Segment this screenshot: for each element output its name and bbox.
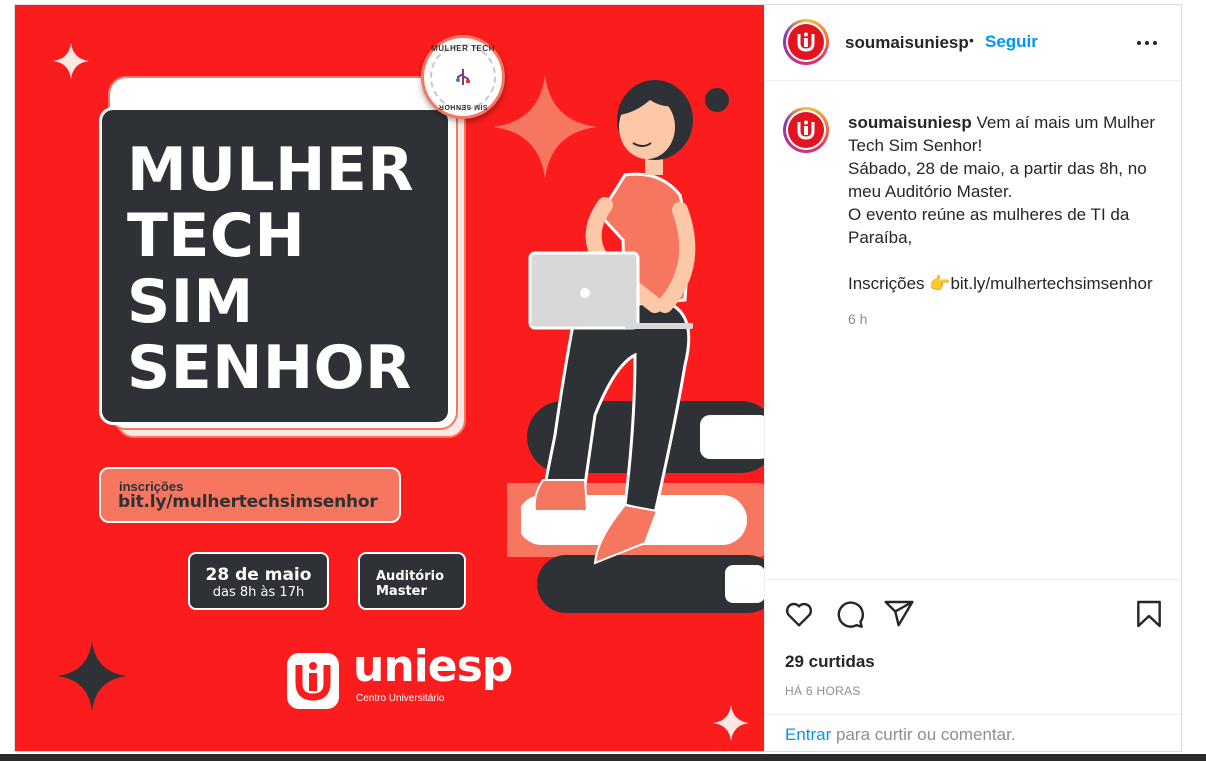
share-icon[interactable] [883, 598, 915, 630]
hours-text: das 8h às 17h [212, 585, 305, 600]
caption-text: Inscrições [848, 274, 925, 293]
more-dot [1153, 41, 1157, 45]
sparkle-icon [57, 641, 127, 711]
post-caption: soumaisuniesp Vem aí mais um Mulher Tech… [848, 111, 1178, 295]
logo-name: uniesp [353, 641, 513, 692]
date-text: 28 de maio [205, 565, 312, 585]
event-headline: MULHER TECH SIM SENHOR [127, 137, 447, 401]
caption-text [848, 249, 1178, 272]
venue-text: Master [376, 584, 427, 599]
caption-timestamp: 6 h [848, 311, 868, 327]
more-dot [1137, 41, 1141, 45]
bookmark-icon[interactable] [1133, 598, 1165, 630]
login-prompt-text: para curtir ou comentar. [836, 725, 1016, 744]
taskbar-strip [0, 754, 1206, 761]
comment-icon[interactable] [833, 598, 865, 630]
post-age: HÁ 6 HORAS [785, 684, 861, 698]
woman-with-laptop-illustration [507, 80, 764, 613]
caption-username[interactable]: soumaisuniesp [848, 113, 972, 132]
usb-icon [456, 69, 470, 85]
headline-line: SENHOR [127, 333, 412, 403]
instagram-post: MULHER TECH SIM SENHOR MULHER TECH SIM S… [14, 4, 1182, 752]
caption-text: Sábado, 28 de maio, a partir das 8h, no [848, 159, 1147, 178]
venue-text: Auditório [376, 569, 445, 584]
more-options-button[interactable] [1137, 35, 1161, 51]
login-prompt: Entrar para curtir ou comentar. [765, 714, 1181, 752]
avatar[interactable] [783, 19, 829, 65]
uniesp-logo-icon [287, 653, 339, 709]
date-pill: 28 de maio das 8h às 17h [188, 552, 329, 610]
caption-text: meu Auditório Master. [848, 182, 1013, 201]
headline-line: TECH [127, 201, 306, 271]
sparkle-icon [713, 705, 749, 741]
heart-icon[interactable] [783, 598, 815, 630]
login-link[interactable]: Entrar [785, 725, 831, 745]
follow-button[interactable]: Seguir [985, 32, 1038, 52]
caption-link[interactable]: bit.ly/mulhertechsimsenhor [950, 274, 1152, 293]
sparkle-icon [53, 43, 89, 79]
post-image[interactable]: MULHER TECH SIM SENHOR MULHER TECH SIM S… [15, 5, 764, 751]
post-actions: 29 curtidas HÁ 6 HORAS Entrar para curti… [765, 579, 1181, 751]
post-header: soumaisuniesp • Seguir [765, 5, 1181, 81]
caption-text: Vem aí mais um Mulher [976, 113, 1156, 132]
post-side-panel: soumaisuniesp • Seguir soumaisuniesp Vem… [764, 5, 1181, 751]
caption-text: Paraíba, [848, 228, 913, 247]
caption-text: O evento reúne as mulheres de TI da [848, 205, 1130, 224]
caption-text: Tech Sim Senhor! [848, 136, 983, 155]
separator-dot: • [969, 32, 974, 48]
logo-subtitle: Centro Universitário [356, 693, 445, 704]
uniesp-logo-icon [797, 120, 815, 140]
header-username[interactable]: soumaisuniesp [845, 33, 969, 53]
badge-text: MULHER TECH [431, 44, 495, 53]
signup-link-text: bit.ly/mulhertechsimsenhor [118, 492, 378, 512]
more-dot [1145, 41, 1149, 45]
caption-avatar[interactable] [783, 107, 829, 153]
pointing-hand-icon: 👉 [929, 274, 951, 293]
likes-count[interactable]: 29 curtidas [785, 652, 875, 672]
headline-line: SIM [127, 267, 254, 337]
headline-line: MULHER [127, 135, 415, 205]
venue-pill: Auditório Master [358, 552, 466, 610]
uniesp-logo-icon [797, 32, 815, 52]
